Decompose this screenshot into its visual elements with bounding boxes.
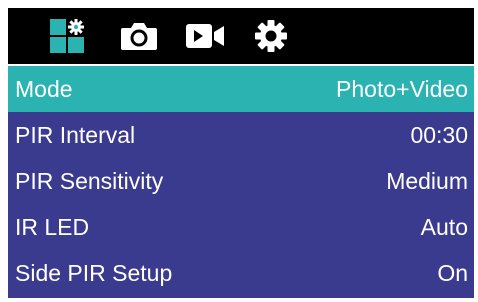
menu-item-label: PIR Interval [15, 121, 136, 148]
menu-item-value: On [437, 259, 468, 286]
menu-item-label: Side PIR Setup [15, 259, 173, 286]
settings-tab-bar [8, 8, 474, 64]
menu-item-side-pir-setup[interactable]: Side PIR Setup On [8, 250, 474, 296]
menu-item-label: Mode [15, 75, 73, 102]
menu-item-label: PIR Sensitivity [15, 167, 164, 194]
menu-item-mode[interactable]: Mode Photo+Video [8, 66, 474, 112]
mode-settings-icon [50, 19, 84, 53]
tab-mode-settings[interactable] [42, 8, 92, 64]
settings-menu: Mode Photo+Video PIR Interval 00:30 PIR … [8, 66, 474, 298]
menu-item-value: 00:30 [410, 121, 468, 148]
gear-icon [254, 19, 288, 53]
tab-photo[interactable] [114, 8, 164, 64]
camera-settings-screen: Mode Photo+Video PIR Interval 00:30 PIR … [0, 0, 478, 302]
menu-item-value: Photo+Video [336, 75, 468, 102]
menu-item-value: Auto [420, 213, 468, 240]
camera-icon [120, 21, 158, 51]
menu-item-pir-sensitivity[interactable]: PIR Sensitivity Medium [8, 158, 474, 204]
tab-system-settings[interactable] [246, 8, 296, 64]
menu-item-value: Medium [386, 167, 468, 194]
tab-video[interactable] [180, 8, 230, 64]
menu-item-label: IR LED [15, 213, 90, 240]
menu-item-ir-led[interactable]: IR LED Auto [8, 204, 474, 250]
menu-item-pir-interval[interactable]: PIR Interval 00:30 [8, 112, 474, 158]
video-icon [185, 21, 225, 51]
